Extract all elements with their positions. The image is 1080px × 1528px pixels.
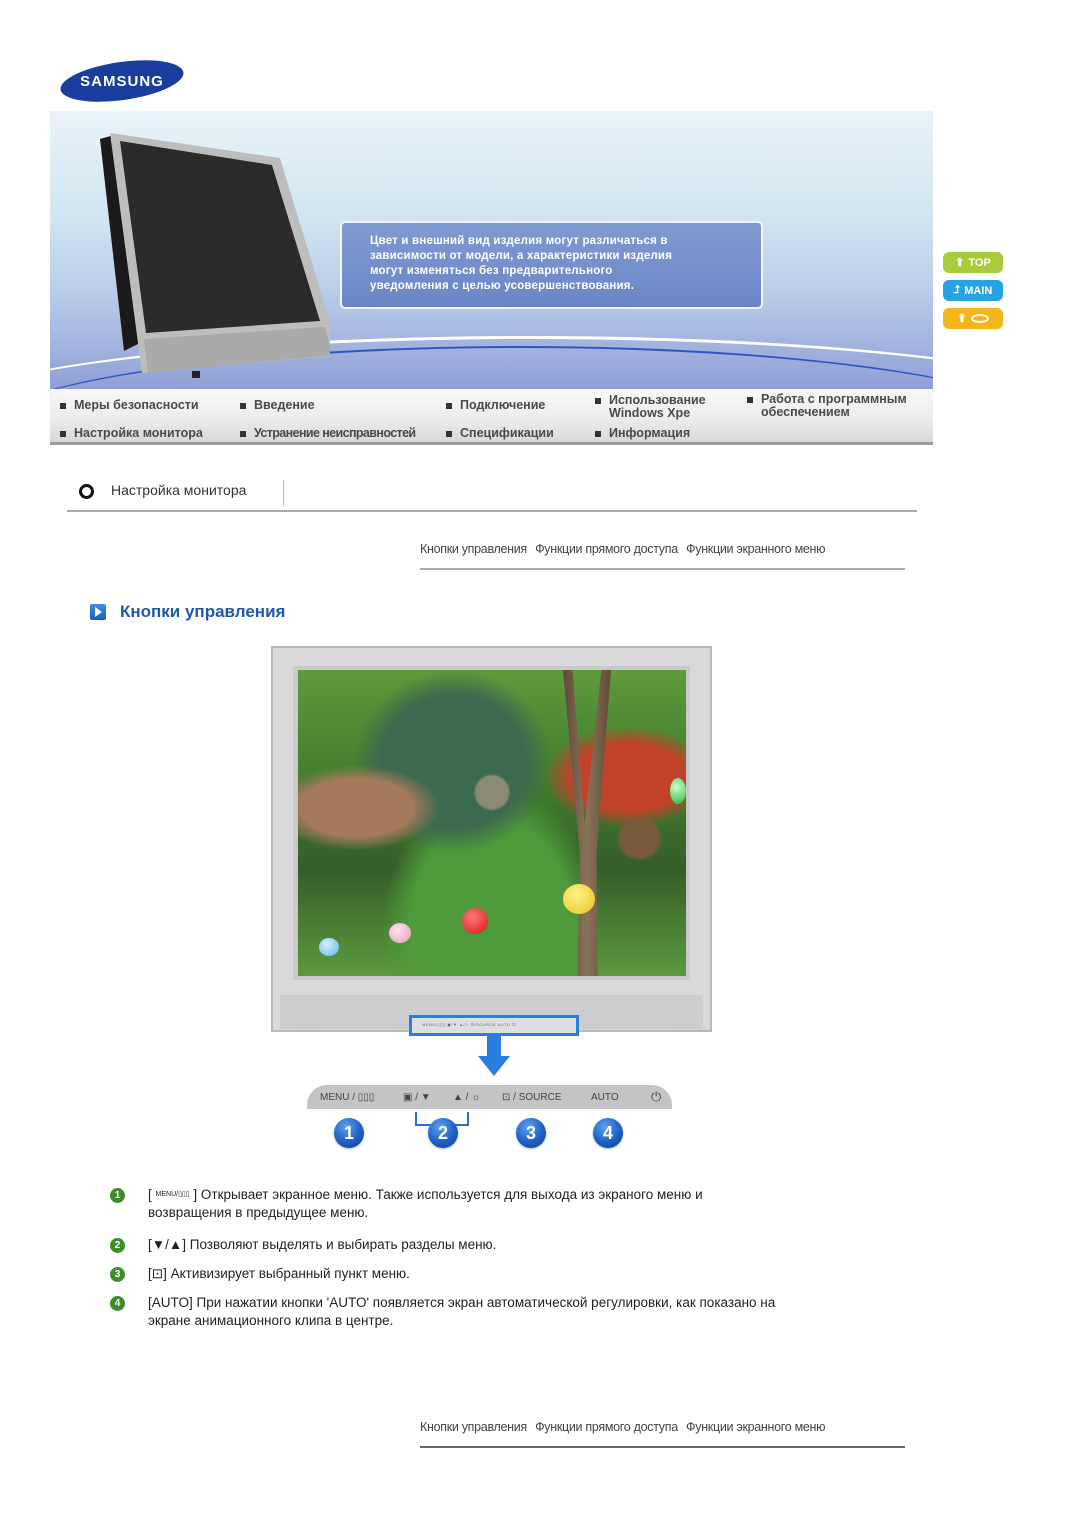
source-button-label[interactable]: ⊡ / SOURCE <box>502 1092 562 1103</box>
subnav-direct-access[interactable]: Функции прямого доступа <box>535 1420 678 1434</box>
auto-button-label[interactable]: AUTO <box>591 1092 619 1103</box>
notice-line: зависимости от модели, а характеристики … <box>370 250 673 262</box>
nav-item-information[interactable]: Информация <box>595 427 690 440</box>
divider <box>283 480 284 506</box>
control-panel-highlight: MENU/▯▯▯ ▣/▼ ▲/✧ ⊡/SOURCE AUTO ⏻ <box>409 1015 579 1036</box>
nav-item-intro[interactable]: Введение <box>240 399 315 412</box>
notice-box: Цвет и внешний вид изделия могут различа… <box>340 221 763 309</box>
play-icon <box>90 604 106 620</box>
subnav-osd-functions[interactable]: Функции экранного меню <box>686 542 825 556</box>
menu-button-label[interactable]: MENU / ▯▯▯ <box>320 1092 374 1103</box>
logo-text: SAMSUNG <box>80 73 164 90</box>
arrow-up-icon: ⬆ <box>957 313 967 325</box>
section-title: Настройка монитора <box>111 482 247 498</box>
arrow-down-icon <box>487 1036 501 1058</box>
power-icon[interactable]: ⏻ <box>651 1089 661 1105</box>
notice-line: могут изменяться без предварительного <box>370 265 613 277</box>
main-nav: Меры безопасности Введение Подключение И… <box>50 389 933 445</box>
monitor-image <box>100 133 330 378</box>
nav-item-specifications[interactable]: Спецификации <box>446 427 554 440</box>
top-button-label: TOP <box>968 256 991 269</box>
control-panel: MENU / ▯▯▯ ▣ / ▼ ▲ / ☼ ⊡ / SOURCE AUTO ⏻ <box>307 1085 672 1109</box>
page-heading: Кнопки управления <box>90 602 285 622</box>
arrow-turn-icon: ⮥ <box>953 284 961 296</box>
nav-item-monitor-setup[interactable]: Настройка монитора <box>60 427 203 440</box>
disc-button[interactable]: ⬆ <box>943 308 1003 329</box>
nav-item-windows-xpe[interactable]: Использование Windows Xpe <box>595 394 706 420</box>
nav-item-connection[interactable]: Подключение <box>446 399 545 412</box>
nav-item-troubleshooting[interactable]: Устранение неисправностей <box>240 427 416 440</box>
circle-icon <box>79 484 94 499</box>
enter-down-button-label[interactable]: ▣ / ▼ <box>403 1092 431 1103</box>
nav-item-safety[interactable]: Меры безопасности <box>60 399 199 412</box>
subnav-control-buttons[interactable]: Кнопки управления <box>420 542 527 556</box>
subnav-direct-access[interactable]: Функции прямого доступа <box>535 542 678 556</box>
hero-banner: Цвет и внешний вид изделия могут различа… <box>50 111 933 389</box>
notice-line: Цвет и внешний вид изделия могут различа… <box>370 235 668 247</box>
disc-icon <box>970 314 989 323</box>
monitor-illustration <box>271 646 712 1032</box>
main-button-label: MAIN <box>964 284 993 297</box>
sub-nav-top: Кнопки управления Функции прямого доступ… <box>420 542 905 570</box>
callout-4: 4 <box>593 1118 623 1148</box>
subnav-control-buttons[interactable]: Кнопки управления <box>420 1420 527 1434</box>
up-brightness-button-label[interactable]: ▲ / ☼ <box>453 1092 480 1103</box>
samsung-logo: SAMSUNG <box>58 58 186 104</box>
sub-nav-bottom: Кнопки управления Функции прямого доступ… <box>420 1420 905 1448</box>
top-button[interactable]: ⬆ TOP <box>943 252 1003 273</box>
monitor-screen-photo <box>298 670 686 976</box>
subnav-osd-functions[interactable]: Функции экранного меню <box>686 1420 825 1434</box>
arrow-up-icon: ⬆ <box>955 257 965 269</box>
nav-item-software[interactable]: Работа с программным обеспечением <box>747 393 907 419</box>
heading-text: Кнопки управления <box>120 602 286 621</box>
callout-3: 3 <box>516 1118 546 1148</box>
section-header: Настройка монитора <box>67 478 917 512</box>
notice-line: уведомления с целью усовершенствования. <box>370 280 635 292</box>
arrow-down-head <box>478 1056 510 1076</box>
main-button[interactable]: ⮥ MAIN <box>943 280 1003 301</box>
callout-1: 1 <box>334 1118 364 1148</box>
callout-2: 2 <box>428 1118 458 1148</box>
